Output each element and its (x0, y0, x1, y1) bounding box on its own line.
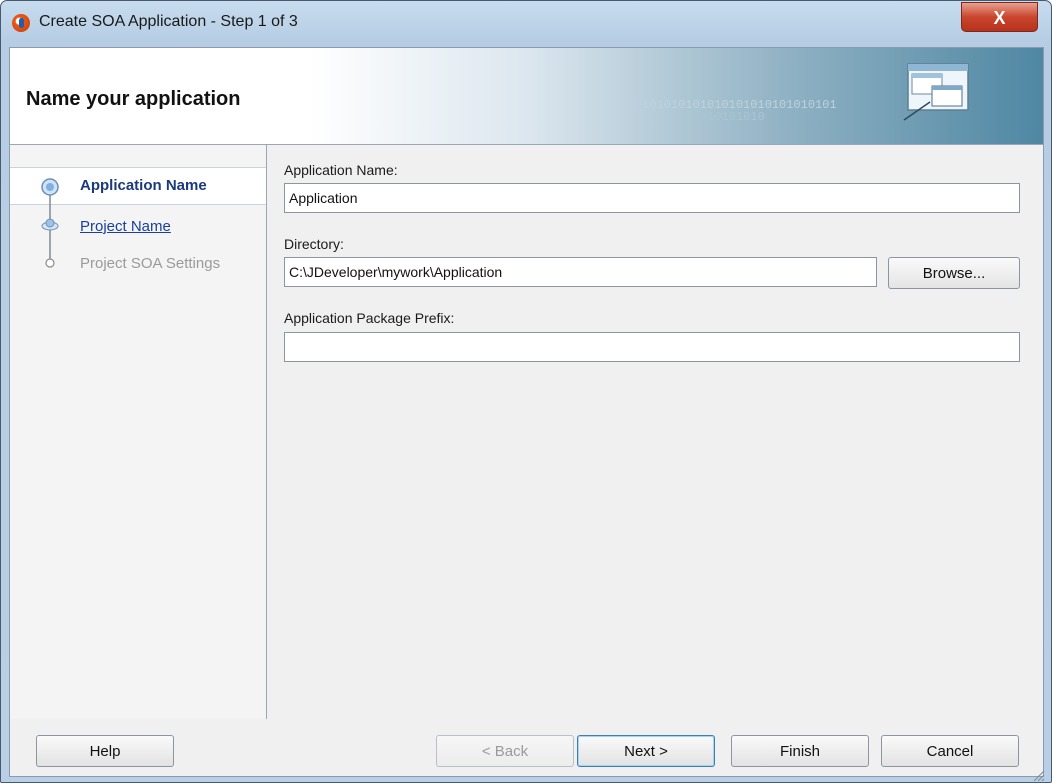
directory-input[interactable] (284, 257, 877, 287)
header-banner: Name your application 010101010101010101… (10, 48, 1043, 145)
package-prefix-label: Application Package Prefix: (284, 310, 455, 326)
page-title: Name your application (26, 88, 241, 110)
dialog-client: Name your application 010101010101010101… (9, 47, 1044, 777)
cancel-button[interactable]: Cancel (881, 735, 1019, 767)
close-button[interactable]: X (961, 2, 1038, 32)
step-project-soa-settings: Project SOA Settings (80, 255, 221, 272)
banner-decoration-text-2: 010101010 (700, 110, 765, 124)
help-button[interactable]: Help (36, 735, 174, 767)
step-progress-graphic (41, 178, 59, 268)
application-windows-icon (903, 63, 969, 121)
directory-label: Directory: (284, 236, 344, 252)
back-button[interactable]: < Back (436, 735, 574, 767)
jdeveloper-app-icon (12, 14, 30, 32)
browse-button[interactable]: Browse... (888, 257, 1020, 289)
dialog-window: Create SOA Application - Step 1 of 3 X N… (0, 0, 1052, 783)
wizard-steps-sidebar: Application Name Project Name Project SO… (10, 145, 267, 719)
application-name-input[interactable] (284, 183, 1020, 213)
next-button[interactable]: Next > (577, 735, 715, 767)
finish-button[interactable]: Finish (731, 735, 869, 767)
title-bar[interactable]: Create SOA Application - Step 1 of 3 X (1, 1, 1051, 49)
resize-grip-icon[interactable] (1031, 769, 1045, 781)
window-title: Create SOA Application - Step 1 of 3 (39, 13, 298, 30)
form-panel: Application Name: Directory: Browse... A… (267, 145, 1043, 719)
dialog-footer: Help < Back Next > Finish Cancel (10, 719, 1043, 776)
step-project-name-link[interactable]: Project Name (80, 218, 171, 235)
step-application-name[interactable]: Application Name (80, 177, 207, 194)
package-prefix-input[interactable] (284, 332, 1020, 362)
application-name-label: Application Name: (284, 162, 398, 178)
